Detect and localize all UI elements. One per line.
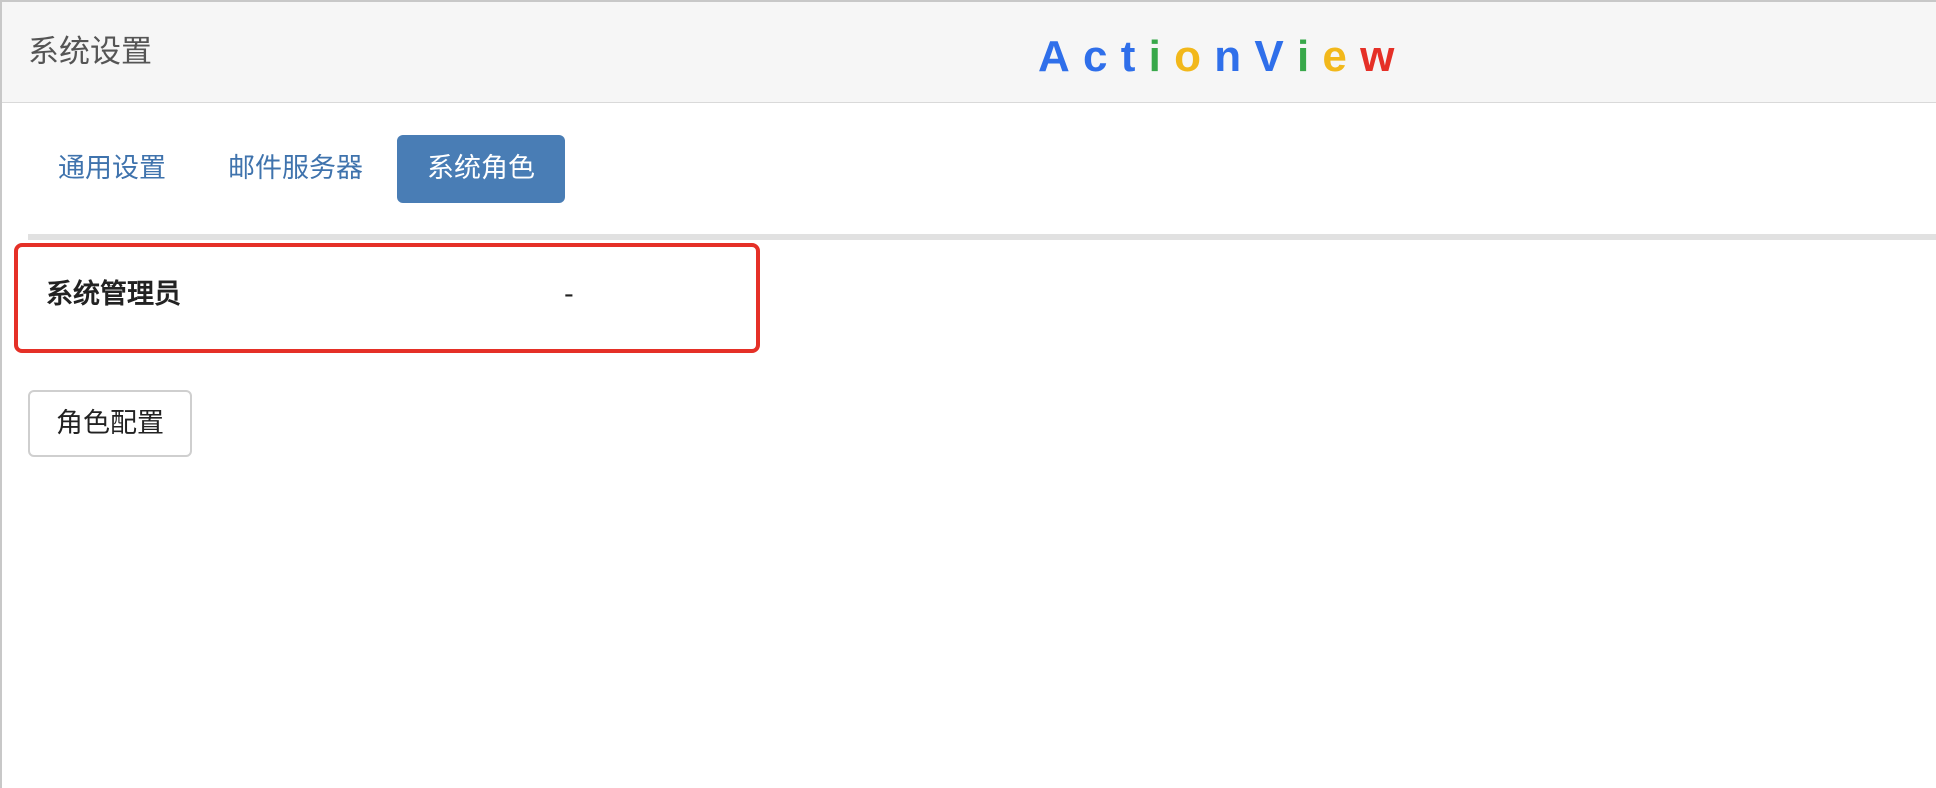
- tab-general-settings[interactable]: 通用设置: [30, 135, 194, 203]
- actionview-logo: A c t i o n V i e w: [1038, 30, 1395, 84]
- logo-letter: o: [1174, 32, 1202, 81]
- role-name: 系统管理员: [46, 279, 181, 310]
- app-frame: 系统设置 A c t i o n V i e w 通用设置 邮件服务器 系统角色…: [0, 0, 1936, 788]
- role-config-button[interactable]: 角色配置: [28, 390, 192, 457]
- logo-letter: c: [1083, 32, 1108, 81]
- tab-divider: [28, 234, 1936, 240]
- settings-tabs: 通用设置 邮件服务器 系统角色: [30, 135, 571, 203]
- tab-mail-server[interactable]: 邮件服务器: [200, 135, 391, 203]
- tab-system-roles[interactable]: 系统角色: [397, 135, 565, 203]
- page-title: 系统设置: [28, 34, 152, 70]
- role-members-value: -: [564, 279, 574, 310]
- logo-letter: n: [1214, 32, 1242, 81]
- logo-letter: V: [1254, 32, 1285, 81]
- logo-letter: A: [1038, 32, 1071, 81]
- logo-letter: w: [1360, 32, 1395, 81]
- logo-letter: i: [1148, 32, 1162, 81]
- logo-letter: e: [1322, 32, 1348, 81]
- logo-letter: i: [1296, 32, 1310, 81]
- logo-letter: t: [1120, 32, 1136, 81]
- header-bar: 系统设置 A c t i o n V i e w: [2, 2, 1936, 103]
